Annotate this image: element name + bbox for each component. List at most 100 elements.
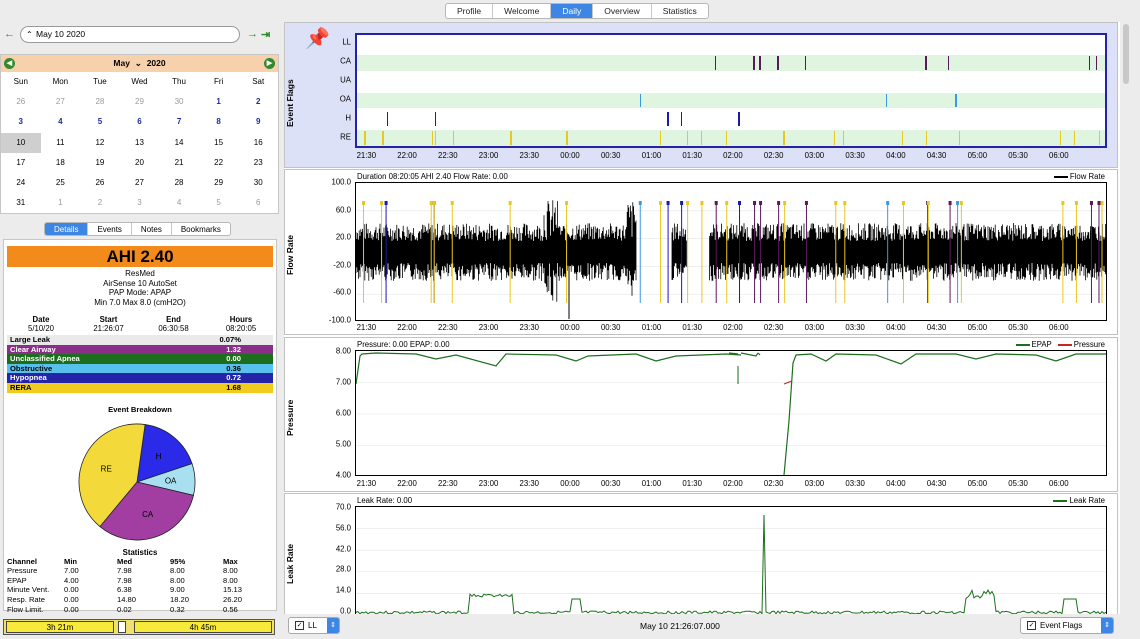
y-tick-label: 5.00 — [335, 439, 351, 449]
calendar-day[interactable]: 13 — [120, 133, 160, 153]
calendar-day[interactable]: 20 — [120, 153, 160, 173]
calendar-day[interactable]: 6 — [120, 112, 160, 132]
tab-daily[interactable]: Daily — [551, 4, 594, 18]
time-range-bar[interactable]: 3h 21m 4h 45m — [3, 619, 275, 635]
right-select-arrow-icon[interactable]: ⇕ — [1101, 618, 1113, 633]
detail-tab-events[interactable]: Events — [88, 223, 132, 235]
calendar-day[interactable]: 22 — [199, 153, 239, 173]
pressure-graph[interactable]: Pressure: 0.00 EPAP: 0.00 EPAP Pressure … — [284, 337, 1118, 492]
next-month-icon[interactable]: ▶ — [264, 58, 275, 69]
pressure-plot[interactable] — [355, 350, 1107, 476]
calendar-day[interactable]: 1 — [199, 92, 239, 112]
calendar-day[interactable]: 27 — [41, 92, 81, 112]
x-tick-label: 03:30 — [845, 323, 865, 332]
calendar-day[interactable]: 5 — [199, 193, 239, 213]
month-chevron-icon[interactable]: ⌄ — [132, 55, 144, 72]
calendar-day[interactable]: 24 — [1, 173, 41, 193]
calendar-day[interactable]: 10 — [1, 132, 41, 153]
calendar-day[interactable]: 26 — [1, 92, 41, 112]
left-select-arrow-icon[interactable]: ⇕ — [327, 618, 339, 633]
calendar-day[interactable]: 12 — [80, 133, 120, 153]
next-day-arrow-icon[interactable]: → — [247, 28, 258, 40]
event-flags-plot[interactable] — [355, 33, 1107, 148]
flag-row-band — [357, 111, 1105, 128]
calendar-day[interactable]: 9 — [238, 112, 278, 132]
tab-overview[interactable]: Overview — [593, 4, 652, 18]
event-row[interactable]: RERA 1.68 — [7, 382, 273, 393]
event-name: Large Leak — [10, 335, 51, 344]
last-day-arrow-icon[interactable]: ⇥ — [261, 28, 270, 41]
tab-welcome[interactable]: Welcome — [493, 4, 552, 18]
flow-ylabel: Flow Rate — [285, 234, 295, 276]
left-channel-select[interactable]: ✓ LL ⇕ — [288, 617, 340, 634]
calendar-day[interactable]: 7 — [159, 112, 199, 132]
calendar-day[interactable]: 14 — [159, 133, 199, 153]
calendar-day[interactable]: 16 — [238, 133, 278, 153]
calendar-day[interactable]: 6 — [238, 193, 278, 213]
prev-month-icon[interactable]: ◀ — [4, 58, 15, 69]
calendar-day[interactable]: 2 — [80, 193, 120, 213]
tab-profile[interactable]: Profile — [446, 4, 494, 18]
stats-cell: 18.20 — [170, 594, 190, 604]
device-line: AirSense 10 AutoSet — [103, 278, 177, 288]
graphs-scrollbar[interactable] — [1121, 22, 1131, 614]
flag-mark-re — [510, 131, 512, 145]
calendar-day[interactable]: 29 — [199, 173, 239, 193]
event-row[interactable]: Large Leak 0.07% — [7, 335, 273, 345]
calendar-day[interactable]: 3 — [120, 193, 160, 213]
event-flags-graph[interactable]: 📌 Event Flags LL CA UA OA H RE 21:30 22:00 22:3… — [284, 22, 1118, 168]
calendar-day[interactable]: 8 — [199, 112, 239, 132]
time-range-left[interactable]: 3h 21m — [6, 621, 114, 633]
time-range-right[interactable]: 4h 45m — [134, 621, 272, 633]
calendar-year[interactable]: 2020 — [147, 58, 166, 68]
calendar-day[interactable]: 31 — [1, 193, 41, 213]
calendar-day[interactable]: 4 — [41, 112, 81, 132]
calendar-day[interactable]: 19 — [80, 153, 120, 173]
flow-plot[interactable] — [355, 182, 1107, 321]
detail-tab-bookmarks[interactable]: Bookmarks — [172, 223, 230, 235]
calendar-day[interactable]: 11 — [41, 133, 81, 153]
calendar-day[interactable]: 1 — [41, 193, 81, 213]
calendar-day[interactable]: 15 — [199, 133, 239, 153]
left-checkbox-icon[interactable]: ✓ — [295, 621, 304, 631]
event-name: Unclassified Apnea — [10, 354, 80, 364]
scrollbar-thumb[interactable] — [1123, 24, 1129, 84]
event-row[interactable]: Clear Airway 1.32 — [7, 344, 273, 355]
calendar-day[interactable]: 4 — [159, 193, 199, 213]
detail-tab-notes[interactable]: Notes — [132, 223, 172, 235]
calendar-day[interactable]: 2 — [238, 92, 278, 112]
right-graph-select[interactable]: ✓ Event Flags ⇕ — [1020, 617, 1114, 634]
flag-row-label: H — [345, 113, 351, 123]
calendar-day[interactable]: 5 — [80, 112, 120, 132]
flow-rate-graph[interactable]: Duration 08:20:05 AHI 2.40 Flow Rate: 0.… — [284, 169, 1118, 335]
event-row[interactable]: Unclassified Apnea 0.00 — [7, 354, 273, 364]
event-row[interactable]: Hypopnea 0.72 — [7, 373, 273, 383]
event-name: Hypopnea — [10, 373, 47, 383]
calendar-month[interactable]: May — [113, 58, 130, 68]
leak-plot[interactable] — [355, 506, 1107, 614]
calendar-day[interactable]: 28 — [80, 92, 120, 112]
calendar-day[interactable]: 21 — [159, 153, 199, 173]
time-range-handle[interactable] — [118, 621, 126, 633]
flow-event-marker-ca — [1097, 201, 1101, 205]
calendar-day[interactable]: 26 — [80, 173, 120, 193]
calendar-day[interactable]: 25 — [41, 173, 81, 193]
calendar-day[interactable]: 23 — [238, 153, 278, 173]
calendar-day[interactable]: 27 — [120, 173, 160, 193]
right-checkbox-icon[interactable]: ✓ — [1027, 621, 1036, 631]
calendar-day[interactable]: 30 — [159, 92, 199, 112]
calendar-day[interactable]: 18 — [41, 153, 81, 173]
tab-statistics[interactable]: Statistics — [652, 4, 708, 18]
calendar-day[interactable]: 29 — [120, 92, 160, 112]
detail-tab-details[interactable]: Details — [45, 223, 89, 235]
date-field[interactable]: ⌃ May 10 2020 — [20, 26, 240, 43]
calendar-day[interactable]: 17 — [1, 153, 41, 173]
calendar-day[interactable]: 28 — [159, 173, 199, 193]
graphs-area: 📌 Event Flags LL CA UA OA H RE 21:30 22:00 22:3… — [284, 22, 1120, 616]
prev-day-arrow-icon[interactable]: ← — [4, 28, 15, 40]
calendar-day[interactable]: 3 — [1, 112, 41, 132]
date-caret-icon[interactable]: ⌃ — [26, 27, 36, 42]
calendar-day[interactable]: 30 — [238, 173, 278, 193]
leak-rate-graph[interactable]: Leak Rate: 0.00 Leak Rate Leak Rate 70.0… — [284, 493, 1118, 616]
event-row[interactable]: Obstructive 0.36 — [7, 363, 273, 374]
